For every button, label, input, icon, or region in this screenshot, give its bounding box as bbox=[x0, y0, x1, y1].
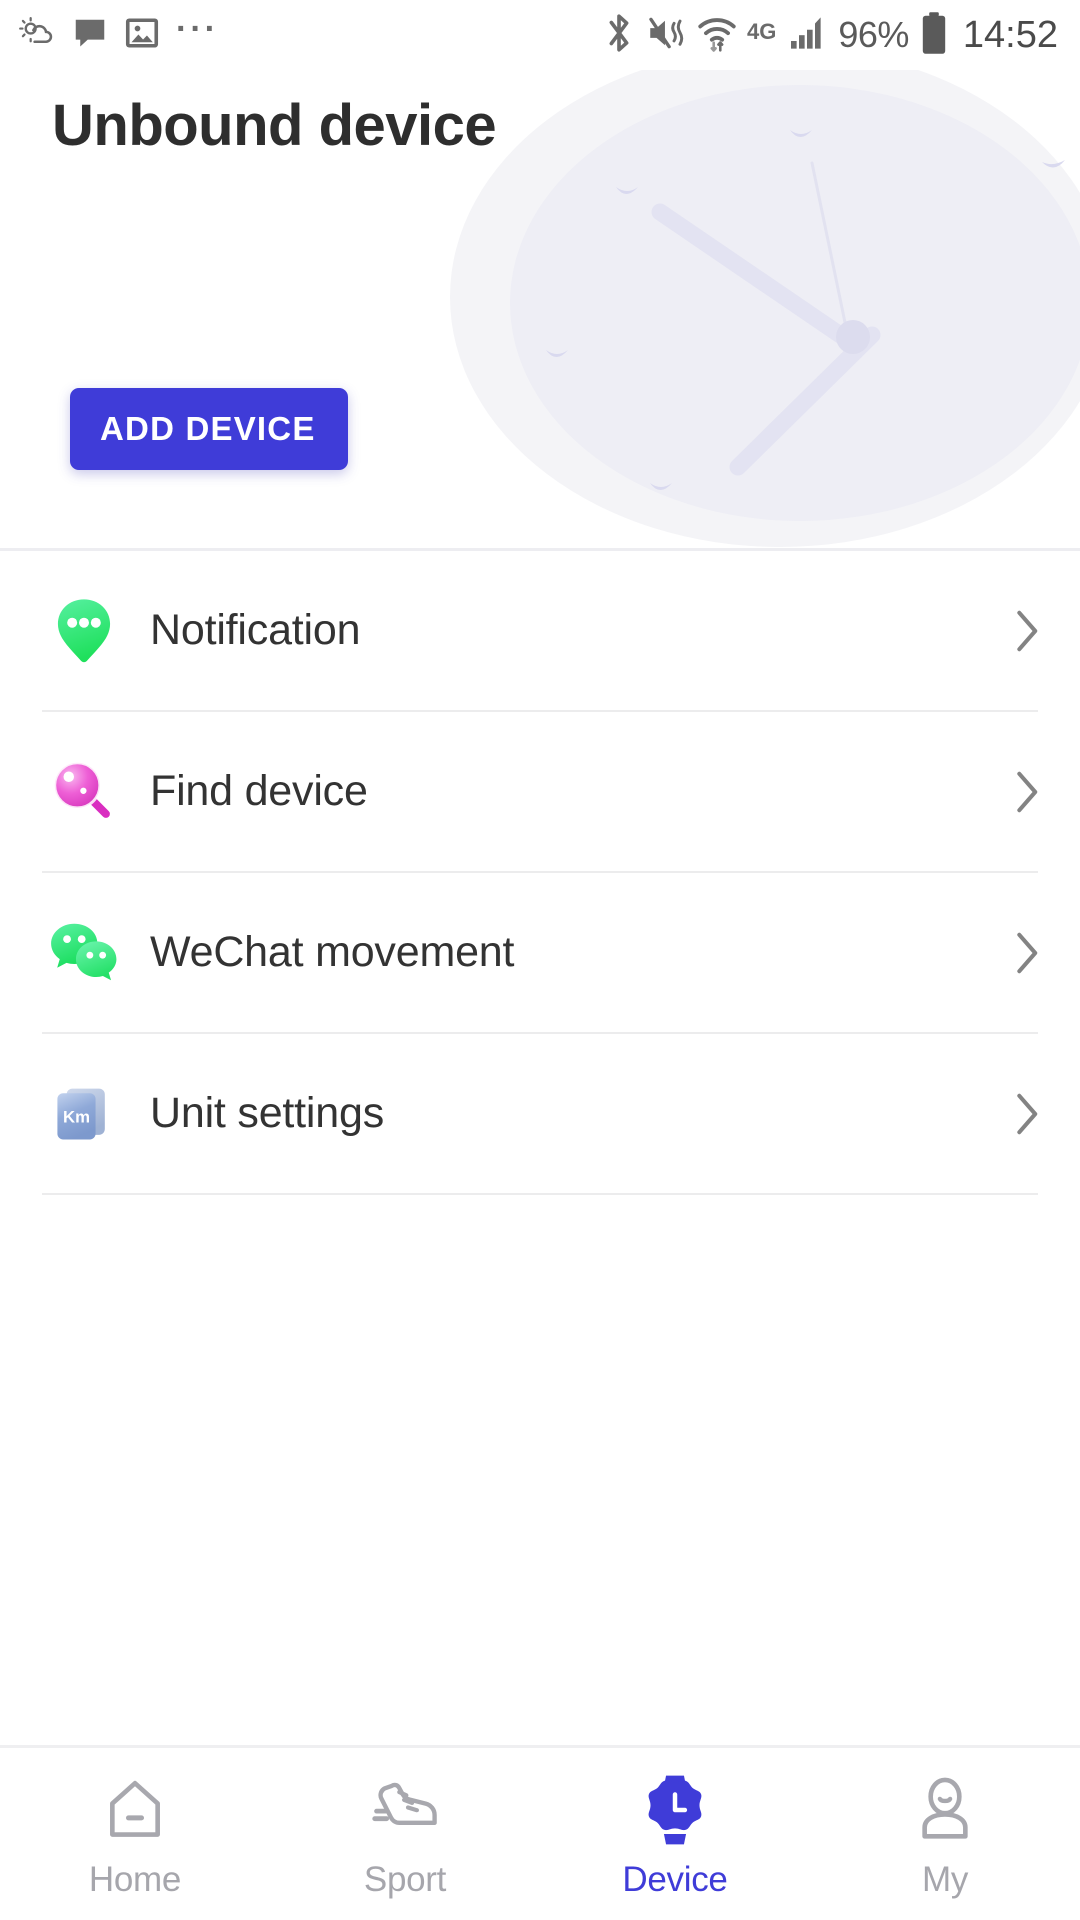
list-divider bbox=[42, 1193, 1038, 1195]
shoe-icon bbox=[366, 1772, 444, 1848]
list-item-label: Notification bbox=[150, 606, 361, 654]
network-type-label: 4G bbox=[746, 18, 777, 44]
vibrate-mute-icon bbox=[645, 12, 687, 59]
list-item-notification[interactable]: Notification bbox=[0, 551, 1080, 710]
device-hero-section: Unbound device ADD DEVICE bbox=[0, 70, 1080, 551]
wechat-icon bbox=[42, 911, 126, 995]
list-item-unit-settings[interactable]: Km Unit settings bbox=[0, 1034, 1080, 1193]
battery-icon bbox=[920, 11, 948, 60]
battery-percent-label: 96% bbox=[838, 14, 909, 55]
list-item-label: WeChat movement bbox=[150, 928, 515, 976]
status-bar: ··· 4G 96% 14:52 bbox=[0, 0, 1080, 70]
tab-home[interactable]: Home bbox=[0, 1748, 270, 1920]
more-dots-icon: ··· bbox=[176, 10, 219, 48]
list-item-label: Unit settings bbox=[150, 1089, 385, 1137]
image-icon bbox=[124, 15, 160, 56]
tab-label: My bbox=[921, 1860, 969, 1899]
unit-km-label: Km bbox=[63, 1107, 90, 1126]
bottom-navigation: Home Sport Device My bbox=[0, 1745, 1080, 1920]
notification-bubble-icon bbox=[42, 589, 126, 673]
signal-bars-icon bbox=[787, 13, 827, 58]
tab-label: Sport bbox=[363, 1860, 447, 1899]
chevron-right-icon[interactable] bbox=[1004, 608, 1050, 654]
unit-km-icon: Km bbox=[42, 1072, 126, 1156]
list-item-find-device[interactable]: Find device bbox=[0, 712, 1080, 871]
tab-my[interactable]: My bbox=[810, 1748, 1080, 1920]
message-icon bbox=[72, 15, 108, 56]
add-device-button[interactable]: ADD DEVICE bbox=[70, 388, 348, 470]
settings-list: Notification Find device WeChat movement… bbox=[0, 551, 1080, 1745]
tab-label: Device bbox=[622, 1860, 728, 1899]
magnifier-icon bbox=[42, 750, 126, 834]
tab-label: Home bbox=[88, 1860, 182, 1899]
list-item-label: Find device bbox=[150, 767, 368, 815]
home-icon bbox=[98, 1772, 172, 1848]
weather-icon bbox=[18, 14, 56, 57]
person-icon bbox=[908, 1772, 982, 1848]
status-bar-right: 4G 96% 14:52 bbox=[604, 11, 1058, 60]
tab-sport[interactable]: Sport bbox=[270, 1748, 540, 1920]
watch-icon bbox=[635, 1772, 715, 1848]
tab-device[interactable]: Device bbox=[540, 1748, 810, 1920]
status-bar-left: ··· bbox=[18, 10, 219, 57]
chevron-right-icon[interactable] bbox=[1004, 1091, 1050, 1137]
bluetooth-icon bbox=[604, 12, 634, 59]
list-item-wechat-movement[interactable]: WeChat movement bbox=[0, 873, 1080, 1032]
chevron-right-icon[interactable] bbox=[1004, 769, 1050, 815]
wifi-icon bbox=[698, 12, 736, 59]
page-title: Unbound device bbox=[52, 93, 497, 158]
phone-screen: ··· 4G 96% 14:52 Unbound device ADD DEVI… bbox=[0, 0, 1080, 1920]
status-clock: 14:52 bbox=[962, 13, 1058, 56]
chevron-right-icon[interactable] bbox=[1004, 930, 1050, 976]
